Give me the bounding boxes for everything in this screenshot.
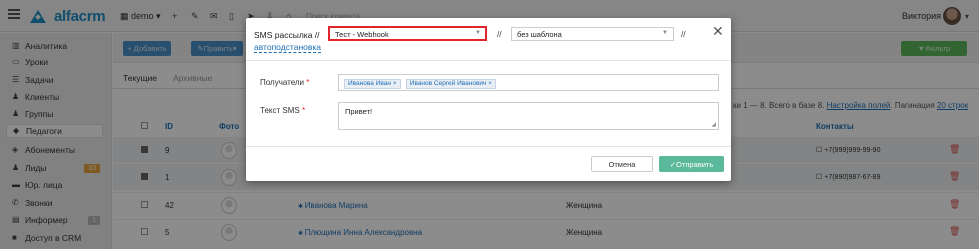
template-select-value: без шаблона xyxy=(517,30,562,39)
sms-dialog: SMS рассылка // Тест - Webhook ▼ // без … xyxy=(246,18,731,181)
sms-text-field[interactable]: Привет! ◢ xyxy=(338,102,719,130)
divider xyxy=(246,60,731,61)
auto-substitution-link[interactable]: автоподстановка xyxy=(254,42,322,53)
recipients-field[interactable]: Иванова Иван × Иванов Сергей Иванович × xyxy=(338,74,719,91)
divider xyxy=(246,146,731,147)
chevron-down-icon: ▼ xyxy=(662,30,668,36)
provider-select[interactable]: Тест - Webhook ▼ xyxy=(328,26,487,41)
sms-text-label: Текст SMS * xyxy=(260,106,306,115)
send-button-label: Отправить xyxy=(676,159,714,169)
chevron-down-icon: ▼ xyxy=(475,30,481,36)
template-select[interactable]: без шаблона ▼ xyxy=(511,27,674,41)
dialog-title: SMS рассылка // xyxy=(254,30,320,40)
cancel-button[interactable]: Отмена xyxy=(591,156,653,172)
recipient-tag[interactable]: Иванов Сергей Иванович × xyxy=(405,79,497,89)
send-button[interactable]: ✓ Отправить xyxy=(659,156,724,172)
provider-select-value: Тест - Webhook xyxy=(335,30,389,39)
recipients-label: Получатели * xyxy=(260,78,310,87)
recipient-tag[interactable]: Иванова Иван × xyxy=(344,79,401,89)
separator: // xyxy=(497,30,502,39)
separator: // xyxy=(681,30,686,39)
resize-handle-icon[interactable]: ◢ xyxy=(711,121,716,128)
close-icon[interactable]: ✕ xyxy=(712,24,724,38)
sms-text-value: Привет! xyxy=(345,107,373,116)
